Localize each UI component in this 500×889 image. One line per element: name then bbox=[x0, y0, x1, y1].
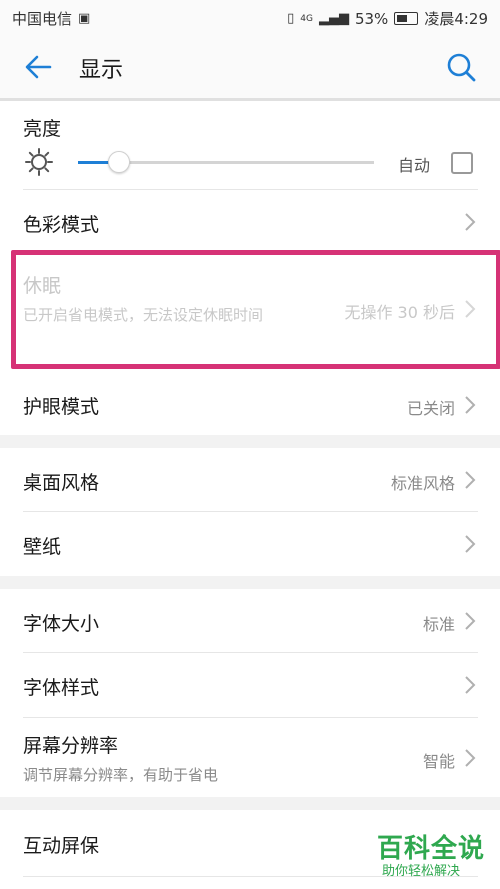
eye-comfort-row[interactable]: 护眼模式 已关闭 bbox=[0, 368, 500, 435]
search-icon[interactable] bbox=[444, 50, 478, 84]
brightness-label: 亮度 bbox=[23, 118, 62, 140]
chevron-right-icon bbox=[465, 676, 476, 694]
screensaver-label: 互动屏保 bbox=[23, 835, 100, 857]
home-style-label: 桌面风格 bbox=[23, 472, 100, 494]
settings-group-font: 字体大小 标准 字体样式 屏幕分辨率 调节屏幕分辨率，有助于省电 智能 bbox=[0, 589, 500, 797]
sleep-description: 已开启省电模式，无法设定休眠时间 bbox=[23, 306, 264, 324]
color-mode-row[interactable]: 色彩模式 bbox=[0, 190, 500, 254]
font-style-label: 字体样式 bbox=[23, 677, 100, 699]
settings-group-home: 桌面风格 标准风格 壁纸 bbox=[0, 448, 500, 576]
network-type: 4G bbox=[300, 13, 313, 24]
chevron-right-icon bbox=[465, 749, 476, 767]
font-style-row[interactable]: 字体样式 bbox=[0, 653, 500, 717]
chevron-right-icon bbox=[465, 612, 476, 630]
settings-group-display: 亮度 自动 色彩模式 休眠 已开启省电模式，无法设定休眠时间 无操作 30 秒后… bbox=[0, 101, 500, 435]
font-size-row[interactable]: 字体大小 标准 bbox=[0, 589, 500, 652]
watermark-logo: 百科全说 助你轻松解决 bbox=[372, 828, 490, 884]
chevron-right-icon bbox=[465, 300, 476, 318]
battery-icon bbox=[394, 12, 419, 25]
notification-icon: ▣ bbox=[78, 11, 91, 26]
auto-brightness-checkbox[interactable] bbox=[451, 152, 473, 174]
sleep-row[interactable]: 休眠 已开启省电模式，无法设定休眠时间 无操作 30 秒后 bbox=[0, 255, 500, 367]
sleep-value: 无操作 30 秒后 bbox=[344, 303, 455, 322]
sleep-label: 休眠 bbox=[23, 275, 62, 297]
font-size-value: 标准 bbox=[422, 615, 455, 634]
home-style-row[interactable]: 桌面风格 标准风格 bbox=[0, 448, 500, 511]
battery-percent: 53% bbox=[354, 9, 389, 28]
resolution-row[interactable]: 屏幕分辨率 调节屏幕分辨率，有助于省电 智能 bbox=[0, 718, 500, 797]
wallpaper-row[interactable]: 壁纸 bbox=[0, 512, 500, 576]
eye-comfort-label: 护眼模式 bbox=[23, 396, 100, 418]
auto-brightness-label: 自动 bbox=[398, 156, 431, 175]
color-mode-label: 色彩模式 bbox=[23, 214, 100, 236]
brightness-row: 亮度 自动 bbox=[0, 101, 500, 189]
wallpaper-label: 壁纸 bbox=[23, 536, 62, 558]
chevron-right-icon bbox=[465, 396, 476, 414]
resolution-description: 调节屏幕分辨率，有助于省电 bbox=[23, 766, 219, 784]
home-style-value: 标准风格 bbox=[390, 474, 455, 493]
brightness-slider[interactable] bbox=[78, 151, 374, 173]
app-header: 显示 bbox=[0, 36, 500, 98]
chevron-right-icon bbox=[465, 471, 476, 489]
font-size-label: 字体大小 bbox=[23, 613, 100, 635]
page-title: 显示 bbox=[79, 58, 124, 83]
status-bar: 中国电信 ▣ ▯ 4G ▂▄▆ 53% 凌晨4:29 bbox=[0, 0, 500, 36]
eye-comfort-value: 已关闭 bbox=[406, 399, 455, 418]
watermark-subtitle: 助你轻松解决 bbox=[382, 864, 461, 879]
arrow-left-icon[interactable] bbox=[22, 50, 56, 84]
chevron-right-icon bbox=[465, 213, 476, 231]
chevron-right-icon bbox=[465, 535, 476, 553]
vibrate-icon: ▯ bbox=[287, 11, 295, 26]
sun-icon bbox=[25, 148, 53, 176]
resolution-value: 智能 bbox=[422, 752, 455, 771]
brightness-slider-knob[interactable] bbox=[108, 151, 130, 173]
signal-icon: ▂▄▆ bbox=[318, 11, 349, 26]
clock: 凌晨4:29 bbox=[424, 10, 488, 28]
carrier-name: 中国电信 bbox=[12, 10, 73, 28]
resolution-label: 屏幕分辨率 bbox=[23, 735, 119, 757]
